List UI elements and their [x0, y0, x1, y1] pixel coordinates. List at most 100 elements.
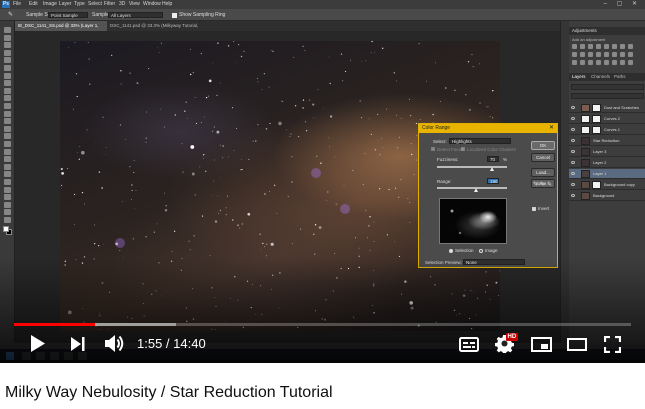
adjustment-icon[interactable]: [596, 60, 601, 65]
adjustment-icon[interactable]: [620, 60, 625, 65]
eyedropper-plus-icon[interactable]: ✎: [540, 182, 545, 188]
progress-bar[interactable]: [14, 323, 631, 326]
tool-icon[interactable]: [4, 209, 11, 216]
fullscreen-icon[interactable]: [604, 336, 621, 353]
adjustment-icon[interactable]: [604, 52, 609, 57]
fuzziness-slider-thumb[interactable]: [490, 167, 494, 171]
view-image-radio[interactable]: [479, 249, 483, 253]
tool-icon[interactable]: [4, 125, 11, 132]
tool-icon[interactable]: [4, 49, 11, 56]
tool-icon[interactable]: [4, 163, 11, 170]
tab-paths[interactable]: Paths: [614, 73, 626, 81]
adjustment-icon[interactable]: [572, 44, 577, 49]
tab-layers[interactable]: Layers: [572, 73, 586, 81]
tool-icon[interactable]: [4, 65, 11, 71]
adjustment-icon[interactable]: [572, 52, 577, 57]
range-slider-track[interactable]: [437, 187, 507, 189]
ps-menu-filter[interactable]: Filter: [104, 0, 115, 9]
layer-row[interactable]: Background: [569, 191, 645, 201]
adjustment-icon[interactable]: [620, 52, 625, 57]
localized-clusters-checkbox[interactable]: [461, 147, 465, 151]
layer-row[interactable]: Layer 3: [569, 147, 645, 157]
window-controls-icon[interactable]: – ▢ ✕: [604, 0, 641, 9]
tool-icon[interactable]: [4, 141, 11, 147]
detect-faces-checkbox[interactable]: [431, 147, 435, 151]
view-selection-radio[interactable]: [449, 249, 453, 253]
layer-row[interactable]: Background copy: [569, 180, 645, 190]
tool-icon[interactable]: [4, 186, 11, 193]
adjustment-icon[interactable]: [596, 52, 601, 57]
eyedropper-icon[interactable]: ✎: [533, 182, 538, 188]
adjustment-icon[interactable]: [572, 60, 577, 65]
ps-menu-type[interactable]: Type: [74, 0, 85, 9]
tool-icon[interactable]: [4, 148, 11, 155]
eye-icon[interactable]: [571, 106, 575, 109]
adjustment-icon[interactable]: [628, 44, 633, 49]
tool-icon[interactable]: [4, 194, 11, 201]
show-ring-checkbox[interactable]: [172, 12, 177, 18]
eyedropper-minus-icon[interactable]: ✎: [547, 182, 552, 188]
tool-icon[interactable]: [4, 156, 11, 163]
adjustment-icon[interactable]: [612, 60, 617, 65]
subtitles-icon[interactable]: [459, 337, 479, 352]
ps-menu-select[interactable]: Select: [88, 0, 102, 9]
adjustment-icon[interactable]: [628, 60, 633, 65]
adjustment-icon[interactable]: [604, 44, 609, 49]
ps-menu-edit[interactable]: Edit: [29, 0, 38, 9]
tool-icon[interactable]: [4, 72, 11, 79]
adjustment-icon[interactable]: [612, 52, 617, 57]
color-range-title[interactable]: Color Range: [419, 124, 557, 133]
play-icon[interactable]: [29, 334, 47, 353]
tool-icon[interactable]: [4, 87, 11, 94]
tool-icon[interactable]: [4, 103, 11, 109]
eye-icon[interactable]: [571, 128, 575, 131]
eye-icon[interactable]: [571, 172, 575, 175]
tool-icon[interactable]: [4, 201, 11, 208]
tool-icon[interactable]: [4, 57, 11, 64]
tool-icon[interactable]: [4, 179, 11, 185]
ps-menu-layer[interactable]: Layer: [59, 0, 72, 9]
ok-button[interactable]: OK: [531, 141, 555, 150]
eye-icon[interactable]: [571, 139, 575, 142]
layer-row[interactable]: Layer 1: [569, 169, 645, 179]
layer-row[interactable]: Curves 1: [569, 125, 645, 135]
tool-icon[interactable]: [4, 171, 11, 178]
ps-menu-3d[interactable]: 3D: [119, 0, 125, 9]
next-icon[interactable]: [70, 336, 86, 352]
adjustment-icon[interactable]: [612, 44, 617, 49]
select-dropdown[interactable]: Highlights: [449, 138, 511, 144]
adjustment-icon[interactable]: [596, 44, 601, 49]
range-input[interactable]: 190: [487, 178, 499, 184]
tab-document-1[interactable]: IE_DSC_1141_SS.psd @ 33% (Layer 1, RGB/8…: [15, 21, 107, 38]
ps-menu-file[interactable]: File: [13, 0, 21, 9]
tool-icon[interactable]: [4, 118, 11, 125]
adjustment-icon[interactable]: [580, 60, 585, 65]
adjustment-icon[interactable]: [580, 52, 585, 57]
fuzziness-input[interactable]: 70: [487, 156, 499, 162]
adjustment-icon[interactable]: [580, 44, 585, 49]
eye-icon[interactable]: [571, 117, 575, 120]
layer-row[interactable]: Layer 2: [569, 158, 645, 168]
layer-row[interactable]: Curves 2: [569, 114, 645, 124]
invert-checkbox[interactable]: [532, 207, 536, 211]
tool-icon[interactable]: [4, 42, 11, 49]
cancel-button[interactable]: Cancel: [531, 153, 555, 162]
tool-icon[interactable]: [4, 217, 11, 223]
eye-icon[interactable]: [571, 183, 575, 186]
adjustments-panel-title[interactable]: Adjustments: [569, 27, 645, 35]
settings-button[interactable]: HD: [495, 333, 519, 353]
ps-menu-help[interactable]: Help: [162, 0, 172, 9]
tool-icon[interactable]: [4, 133, 11, 140]
foreground-color-swatch[interactable]: [3, 226, 9, 232]
adjustment-icon[interactable]: [588, 60, 593, 65]
fuzziness-slider-track[interactable]: [437, 166, 507, 168]
tab-document-2[interactable]: DSC_1141.psd @ 33.3% (Milkyway Tutorial,…: [107, 21, 217, 38]
range-slider-thumb[interactable]: [474, 188, 478, 192]
video-player[interactable]: Ps File Edit Image Layer Type Select Fil…: [0, 0, 645, 363]
sample-select[interactable]: All Layers: [108, 12, 163, 18]
tab-channels[interactable]: Channels: [591, 73, 610, 81]
ps-menu-image[interactable]: Image: [43, 0, 57, 9]
ps-menu-view[interactable]: View: [129, 0, 140, 9]
eye-icon[interactable]: [571, 194, 575, 197]
eye-icon[interactable]: [571, 150, 575, 153]
